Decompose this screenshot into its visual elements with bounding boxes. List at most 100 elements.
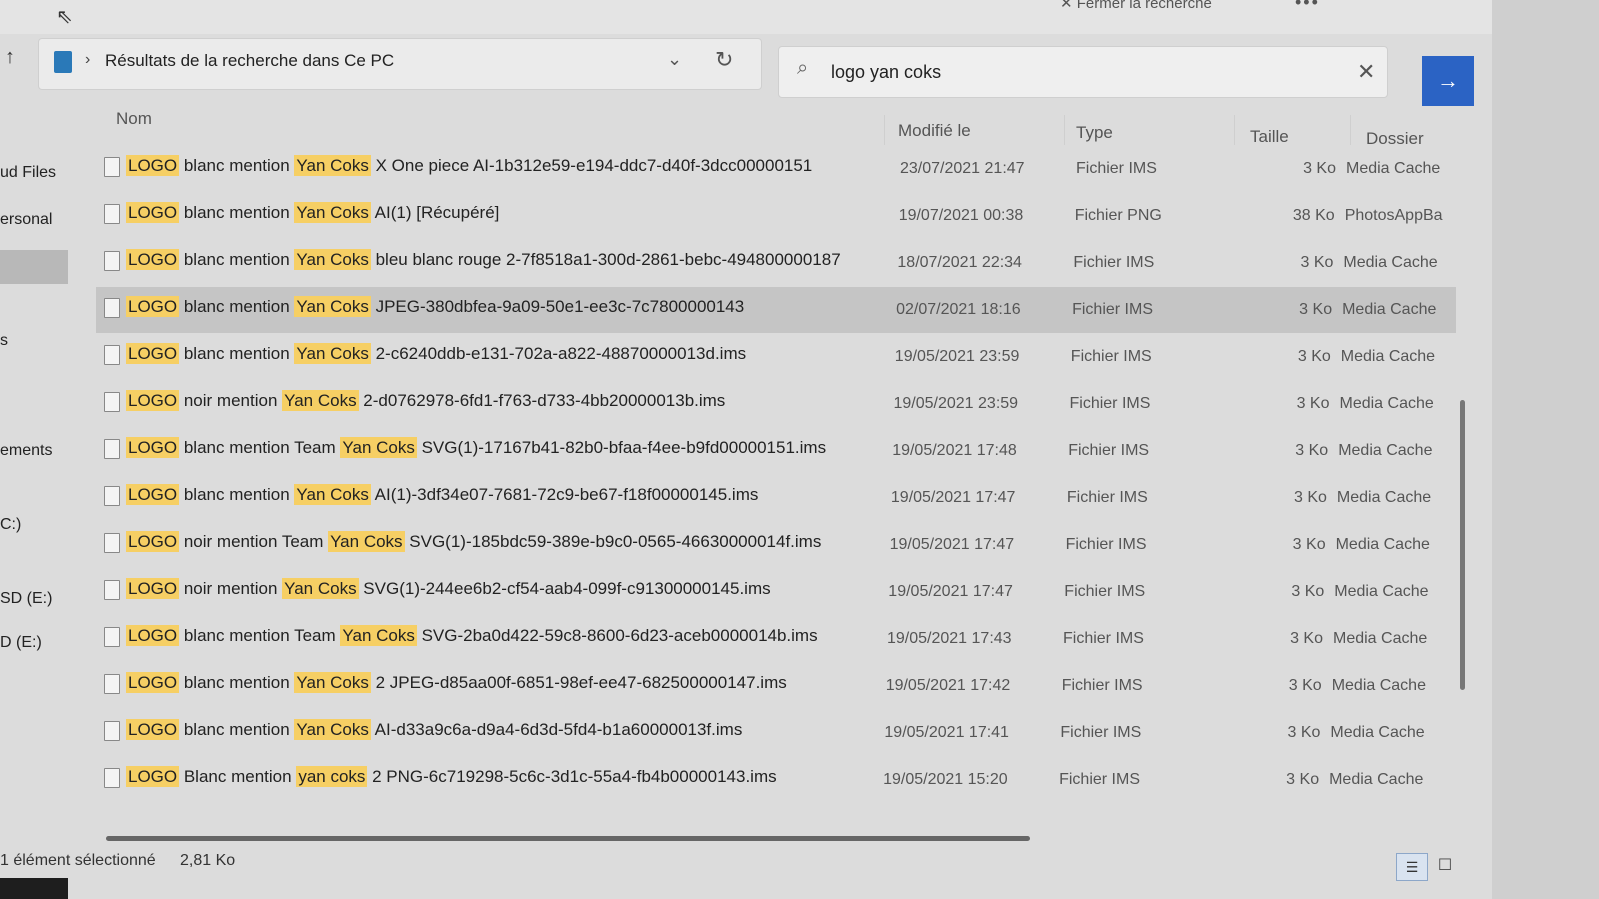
sidebar-item-drive-c[interactable]: C:) — [0, 516, 21, 534]
file-icon — [104, 251, 120, 271]
column-header-name[interactable]: Nom — [116, 109, 152, 129]
file-name-segment: blanc mention — [179, 344, 295, 363]
file-modified-date: 19/05/2021 17:47 — [890, 489, 1016, 506]
table-row[interactable]: LOGO blanc mention Yan Coks X One piece … — [96, 146, 1456, 192]
table-row[interactable]: LOGO blanc mention Yan Coks AI(1) [Récup… — [96, 193, 1456, 239]
status-bar: 1 élément sélectionné 2,81 Ko — [0, 848, 1470, 878]
search-match-highlight: Yan Coks — [294, 719, 371, 740]
table-row[interactable]: LOGO blanc mention Yan Coks 2 JPEG-d85aa… — [96, 663, 1456, 709]
search-match-highlight: LOGO — [126, 625, 180, 646]
table-row[interactable]: LOGO noir mention Yan Coks 2-d0762978-6f… — [96, 381, 1456, 427]
file-name-segment: 2 PNG-6c719298-5c6c-3d1c-55a4-fb4b000001… — [367, 767, 777, 786]
more-options-button[interactable]: ••• — [1295, 0, 1320, 13]
file-modified-date: 02/07/2021 18:16 — [896, 301, 1021, 318]
file-name[interactable]: LOGO blanc mention Team Yan Coks SVG-2ba… — [126, 625, 818, 646]
clear-icon[interactable]: ✕ — [1357, 59, 1375, 85]
sidebar-item-s[interactable]: s — [0, 332, 8, 350]
file-name-segment: blanc mention — [179, 250, 295, 269]
table-row[interactable]: LOGO blanc mention Team Yan Coks SVG-2ba… — [96, 616, 1456, 662]
details-view-icon[interactable]: ☰ — [1396, 853, 1428, 881]
file-size: 3 Ko — [1286, 771, 1320, 788]
file-size: 3 Ko — [1297, 348, 1331, 365]
file-icon — [104, 721, 120, 741]
file-name[interactable]: LOGO blanc mention Yan Coks bleu blanc r… — [126, 249, 841, 270]
file-folder: Media Cache — [1342, 301, 1437, 318]
up-arrow-icon[interactable]: ↑ — [0, 46, 20, 69]
tiles-view-icon[interactable]: ☐ — [1430, 853, 1460, 881]
horizontal-scrollbar[interactable] — [106, 836, 1030, 841]
close-search-button[interactable]: ✕ Fermer la recherche — [1060, 0, 1212, 12]
address-bar[interactable]: › Résultats de la recherche dans Ce PC ⌄… — [38, 38, 762, 90]
table-row[interactable]: LOGO blanc mention Team Yan Coks SVG(1)-… — [96, 428, 1456, 474]
cursor-icon: ⇖ — [56, 6, 73, 28]
file-type: Fichier IMS — [1061, 677, 1143, 694]
status-selection-count: 1 élément sélectionné — [0, 852, 156, 869]
table-row[interactable]: LOGO noir mention Yan Coks SVG(1)-244ee6… — [96, 569, 1456, 615]
file-name[interactable]: LOGO blanc mention Team Yan Coks SVG(1)-… — [126, 437, 826, 458]
chevron-down-icon[interactable]: ⌄ — [667, 49, 682, 70]
file-icon — [104, 298, 120, 318]
file-icon — [104, 533, 120, 553]
table-row[interactable]: LOGO blanc mention Yan Coks JPEG-380dbfe… — [96, 287, 1456, 333]
file-size: 3 Ko — [1299, 301, 1333, 318]
search-match-highlight: LOGO — [126, 155, 180, 176]
file-folder: Media Cache — [1339, 395, 1434, 412]
file-type: Fichier IMS — [1076, 160, 1157, 177]
file-name[interactable]: LOGO blanc mention Yan Coks AI(1) [Récup… — [126, 202, 499, 223]
column-header-size[interactable]: Taille — [1250, 127, 1289, 147]
table-row[interactable]: LOGO noir mention Team Yan Coks SVG(1)-1… — [96, 522, 1456, 568]
file-name[interactable]: LOGO blanc mention Yan Coks 2 JPEG-d85aa… — [126, 672, 787, 693]
table-row[interactable]: LOGO blanc mention Yan Coks AI(1)-3df34e… — [96, 475, 1456, 521]
sidebar-selected-item[interactable] — [0, 250, 68, 284]
sidebar-item-personal[interactable]: ersonal — [0, 211, 52, 229]
file-name[interactable]: LOGO noir mention Yan Coks 2-d0762978-6f… — [126, 390, 725, 411]
file-type: Fichier IMS — [1060, 724, 1142, 741]
file-modified-date: 19/05/2021 17:47 — [889, 536, 1015, 553]
refresh-icon[interactable]: ↻ — [715, 47, 733, 73]
table-row[interactable]: LOGO blanc mention Yan Coks AI-d33a9c6a-… — [96, 710, 1456, 756]
arrow-right-icon[interactable]: → — [1422, 56, 1474, 106]
sidebar-item-documents[interactable]: ements — [0, 442, 52, 460]
address-path[interactable]: Résultats de la recherche dans Ce PC — [105, 51, 394, 71]
file-name-segment: blanc mention — [179, 720, 295, 739]
column-header-type[interactable]: Type — [1076, 123, 1113, 143]
sidebar-item-drive-e-sd[interactable]: SD (E:) — [0, 590, 52, 608]
vertical-scrollbar[interactable] — [1460, 400, 1465, 690]
file-name[interactable]: LOGO noir mention Yan Coks SVG(1)-244ee6… — [126, 578, 771, 599]
file-name[interactable]: LOGO blanc mention Yan Coks 2-c6240ddb-e… — [126, 343, 746, 364]
file-size: 3 Ko — [1300, 254, 1334, 271]
table-row[interactable]: LOGO blanc mention Yan Coks 2-c6240ddb-e… — [96, 334, 1456, 380]
search-input[interactable] — [831, 59, 1311, 85]
table-row[interactable]: LOGO blanc mention Yan Coks bleu blanc r… — [96, 240, 1456, 286]
file-name[interactable]: LOGO blanc mention Yan Coks AI-d33a9c6a-… — [126, 719, 742, 740]
search-match-highlight: Yan Coks — [294, 484, 371, 505]
search-match-highlight: LOGO — [126, 484, 180, 505]
sidebar-item-drive-e[interactable]: D (E:) — [0, 634, 42, 652]
file-modified-date: 19/05/2021 23:59 — [893, 395, 1019, 412]
search-match-highlight: Yan Coks — [328, 531, 405, 552]
file-icon — [104, 674, 120, 694]
chevron-right-icon[interactable]: › — [85, 51, 90, 69]
file-name[interactable]: LOGO noir mention Team Yan Coks SVG(1)-1… — [126, 531, 821, 552]
column-header-modified[interactable]: Modifié le — [898, 121, 971, 141]
file-name[interactable]: LOGO blanc mention Yan Coks AI(1)-3df34e… — [126, 484, 758, 505]
sidebar-item-cloud-files[interactable]: ud Files — [0, 164, 56, 182]
file-name[interactable]: LOGO Blanc mention yan coks 2 PNG-6c7192… — [126, 766, 777, 787]
file-size: 3 Ko — [1291, 583, 1325, 600]
file-name-segment: blanc mention — [179, 673, 295, 692]
file-name-segment: JPEG-380dbfea-9a09-50e1-ee3c-7c780000014… — [370, 297, 745, 316]
file-name-segment: SVG(1)-244ee6b2-cf54-aab4-099f-c91300000… — [358, 579, 771, 598]
file-folder: Media Cache — [1336, 489, 1432, 506]
file-icon — [104, 204, 120, 224]
file-modified-date: 18/07/2021 22:34 — [897, 254, 1022, 271]
file-folder: Media Cache — [1333, 630, 1428, 647]
search-match-highlight: Yan Coks — [294, 672, 371, 693]
file-name-segment: bleu blanc rouge 2-7f8518a1-300d-2861-be… — [370, 250, 841, 269]
file-folder: Media Cache — [1334, 583, 1429, 600]
file-name[interactable]: LOGO blanc mention Yan Coks X One piece … — [126, 155, 812, 176]
taskbar-fragment — [0, 878, 68, 899]
status-selection-size: 2,81 Ko — [180, 852, 236, 869]
search-box[interactable]: ⌕ ✕ — [778, 46, 1388, 98]
file-name[interactable]: LOGO blanc mention Yan Coks JPEG-380dbfe… — [126, 296, 745, 317]
table-row[interactable]: LOGO Blanc mention yan coks 2 PNG-6c7192… — [96, 757, 1456, 803]
